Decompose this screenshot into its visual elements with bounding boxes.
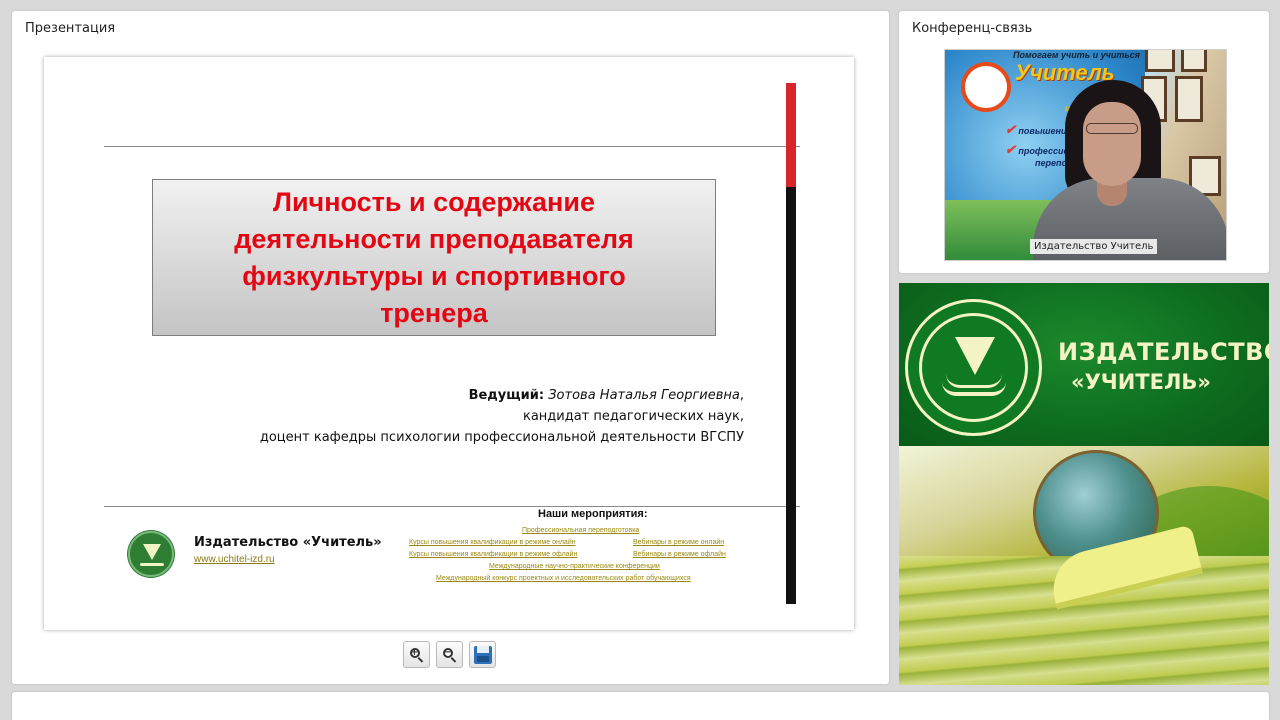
bottom-bar <box>12 692 1269 720</box>
presenter-name: Зотова Наталья Георгиевна <box>548 388 740 403</box>
presentation-slide: Личность и содержание деятельности препо… <box>44 57 854 630</box>
brand-image-books-globe <box>899 446 1269 685</box>
video-banner-tagline: Помогаем учить и учиться <box>1013 50 1140 60</box>
wall-frame <box>1181 50 1207 72</box>
brand-header: ИЗДАТЕЛЬСТВО «УЧИТЕЛЬ» <box>899 283 1269 446</box>
event-link[interactable]: Вебинары в режиме офлайн <box>633 551 726 558</box>
event-link[interactable]: Вебинары в режиме онлайн <box>633 539 724 546</box>
zoom-out-icon: − <box>442 647 457 663</box>
brand-name-line1: ИЗДАТЕЛЬСТВО <box>1058 338 1269 366</box>
event-link[interactable]: Курсы повышения квалификации в режиме он… <box>409 539 576 546</box>
slide-top-divider <box>104 146 800 147</box>
slide-accent-bar-red <box>786 83 796 187</box>
brand-logo-icon <box>905 299 1042 436</box>
presenter-degree: кандидат педагогических наук, <box>522 409 744 424</box>
presenter-line: Ведущий: Зотова Наталья Георгиевна, <box>468 388 744 403</box>
presenter-label: Ведущий <box>468 388 539 403</box>
event-link[interactable]: Международный конкурс проектных и исслед… <box>436 575 691 582</box>
conference-panel-title: Конференц-связь <box>912 21 1033 36</box>
event-link[interactable]: Профессиональная переподготовка <box>522 527 639 534</box>
presentation-panel-title: Презентация <box>25 21 116 36</box>
zoom-out-button[interactable]: − <box>436 641 463 668</box>
publisher-name: Издательство «Учитель» <box>194 535 382 550</box>
slide-accent-bar-black <box>786 187 796 604</box>
presenter-glasses <box>1086 123 1138 134</box>
save-button[interactable] <box>469 641 496 668</box>
wall-frame <box>1145 50 1175 72</box>
events-title: Наши мероприятия: <box>538 508 648 520</box>
publisher-brand-panel: ИЗДАТЕЛЬСТВО «УЧИТЕЛЬ» <box>899 283 1269 685</box>
event-link[interactable]: Международные научно-практические конфер… <box>489 563 660 570</box>
slide-bottom-divider <box>104 506 800 507</box>
wall-frame <box>1175 76 1203 122</box>
save-icon <box>473 645 492 664</box>
presentation-panel: Презентация Личность и содержание деятел… <box>12 11 889 684</box>
slide-title-box: Личность и содержание деятельности препо… <box>152 179 716 336</box>
slide-title: Личность и содержание деятельности препо… <box>234 186 634 328</box>
presenter-info: Ведущий: Зотова Наталья Георгиевна, канд… <box>260 385 744 448</box>
video-banner-logo <box>961 62 1011 112</box>
presenter-position: доцент кафедры психологии профессиональн… <box>259 430 744 445</box>
publisher-logo <box>128 531 174 577</box>
conference-panel: Конференц-связь Помогаем учить и учиться… <box>899 11 1269 273</box>
video-feed[interactable]: Помогаем учить и учиться Учитель издат ✔… <box>944 49 1227 261</box>
video-caption: Издательство Учитель <box>1030 239 1158 254</box>
zoom-in-button[interactable]: + <box>403 641 430 668</box>
event-link[interactable]: Курсы повышения квалификации в режиме оф… <box>409 551 577 558</box>
brand-name-line2: «УЧИТЕЛЬ» <box>1071 370 1211 394</box>
zoom-in-icon: + <box>409 647 424 663</box>
presenter-face <box>1083 102 1141 186</box>
publisher-url-link[interactable]: www.uchitel-izd.ru <box>194 554 275 565</box>
